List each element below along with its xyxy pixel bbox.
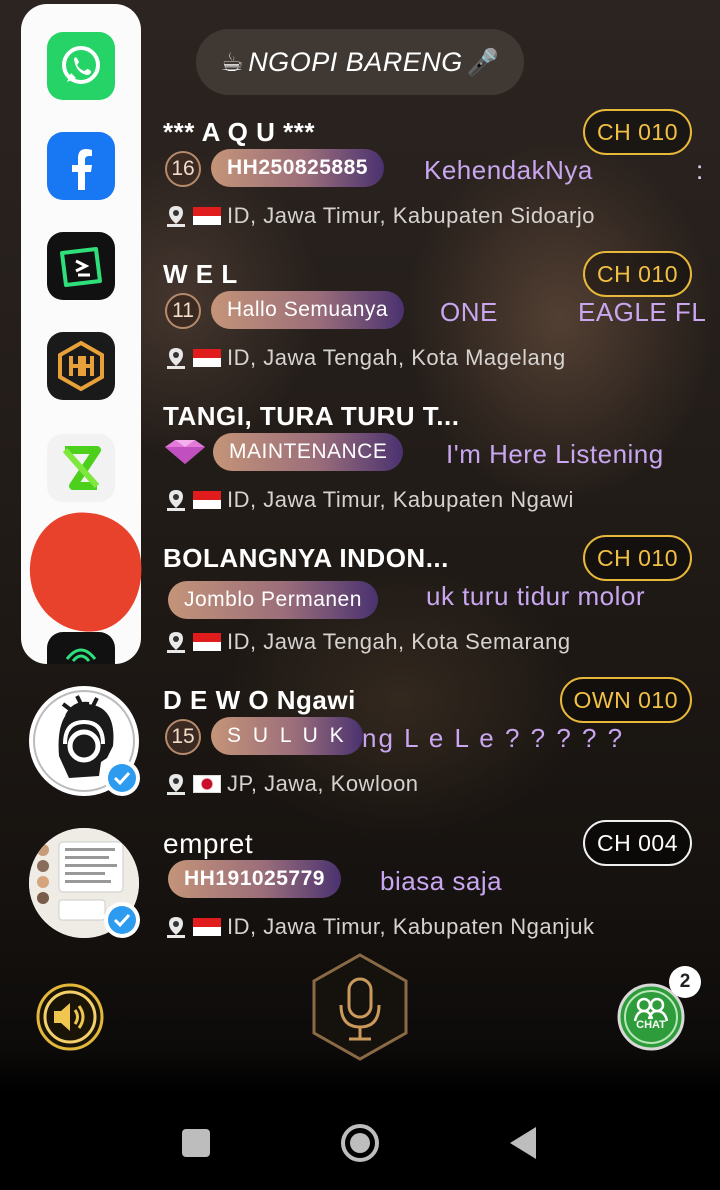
microphone-icon: 🎤 <box>466 46 500 77</box>
coffee-icon: ☕ <box>220 46 245 77</box>
recent-apps-icon[interactable] <box>181 1128 211 1158</box>
user-message: ng L e L e ? ? ? ? ? <box>362 723 625 753</box>
whatsapp-icon[interactable] <box>47 32 115 100</box>
user-message: uk turu tidur molor <box>426 581 646 611</box>
message-extra: : <box>696 155 704 185</box>
user-tag: S U L U K <box>211 717 363 755</box>
verified-badge-icon <box>104 902 140 938</box>
home-icon[interactable] <box>340 1123 380 1163</box>
location-pin-icon <box>167 348 185 369</box>
user-tag: HH191025779 <box>168 860 341 898</box>
indonesia-flag-icon <box>193 349 221 367</box>
chat-label: CHAT <box>636 1019 666 1031</box>
username: W E L <box>163 259 238 289</box>
japan-flag-icon <box>193 775 221 793</box>
location-line: ID, Jawa Timur, Kabupaten Nganjuk <box>165 912 594 942</box>
location-pin-icon <box>167 490 185 511</box>
room-title-pill[interactable]: ☕ NGOPI BARENG 🎤 <box>196 29 524 95</box>
user-message: KehendakNya <box>424 155 593 185</box>
verified-badge-icon <box>104 760 140 796</box>
channel-badge: CH 010 <box>583 109 692 155</box>
user-message: biasa saja <box>380 866 503 896</box>
username: D E W O Ngawi <box>163 685 356 715</box>
user-tag: Hallo Semuanya <box>211 291 405 329</box>
back-icon[interactable] <box>508 1125 538 1161</box>
location-line: ID, Jawa Timur, Kabupaten Sidoarjo <box>165 201 595 231</box>
diamond-icon <box>165 440 205 464</box>
level-badge: 16 <box>165 151 201 187</box>
microphone-button[interactable] <box>309 953 411 1061</box>
channel-badge: CH 010 <box>583 535 692 581</box>
speaker-icon[interactable] <box>36 983 104 1051</box>
message-extra: EAGLE FL <box>578 297 707 327</box>
location-text: ID, Jawa Timur, Kabupaten Ngawi <box>227 487 574 512</box>
level-badge: 15 <box>165 719 201 755</box>
user-message: I'm Here Listening <box>446 439 664 469</box>
channel-badge: CH 010 <box>583 251 692 297</box>
user-tag: MAINTENANCE <box>213 433 404 471</box>
user-tag: Jomblo Permanen <box>168 581 378 619</box>
location-line: ID, Jawa Tengah, Kota Semarang <box>165 627 571 657</box>
level-badge: 11 <box>165 293 201 329</box>
location-pin-icon <box>167 917 185 938</box>
user-row-2[interactable]: W E L CH 010 11 Hallo Semuanya ONE EAGLE… <box>0 251 720 401</box>
channel-badge: OWN 010 <box>559 677 692 723</box>
location-line: ID, Jawa Timur, Kabupaten Ngawi <box>165 485 574 515</box>
indonesia-flag-icon <box>193 207 221 225</box>
location-line: ID, Jawa Tengah, Kota Magelang <box>165 343 566 373</box>
username: BOLANGNYA INDON... <box>163 543 449 573</box>
user-row-1[interactable]: *** A Q U *** CH 010 16 HH250825885 Kehe… <box>0 109 720 259</box>
location-text: ID, Jawa Timur, Kabupaten Sidoarjo <box>227 203 595 228</box>
location-text: ID, Jawa Tengah, Kota Semarang <box>227 629 571 654</box>
indonesia-flag-icon <box>193 633 221 651</box>
username: empret <box>163 828 254 859</box>
user-tag: HH250825885 <box>211 149 384 187</box>
location-text: ID, Jawa Timur, Kabupaten Nganjuk <box>227 914 595 939</box>
indonesia-flag-icon <box>193 918 221 936</box>
chat-notification-badge: 2 <box>669 966 701 998</box>
indonesia-flag-icon <box>193 491 221 509</box>
channel-badge: CH 004 <box>583 820 692 866</box>
user-message: ONE <box>440 297 498 327</box>
location-text: ID, Jawa Tengah, Kota Magelang <box>227 345 566 370</box>
user-row-3[interactable]: TANGI, TURA TURU T... MAINTENANCE I'm He… <box>0 401 720 543</box>
location-pin-icon <box>167 632 185 653</box>
location-pin-icon <box>167 206 185 227</box>
user-row-4[interactable]: BOLANGNYA INDON... CH 010 Jomblo Permane… <box>0 535 720 685</box>
location-text: JP, Jawa, Kowloon <box>227 771 419 796</box>
location-line: JP, Jawa, Kowloon <box>165 769 419 799</box>
username: *** A Q U *** <box>163 117 315 147</box>
username: TANGI, TURA TURU T... <box>163 401 460 431</box>
location-pin-icon <box>167 774 185 795</box>
room-title: NGOPI BARENG <box>248 46 463 77</box>
